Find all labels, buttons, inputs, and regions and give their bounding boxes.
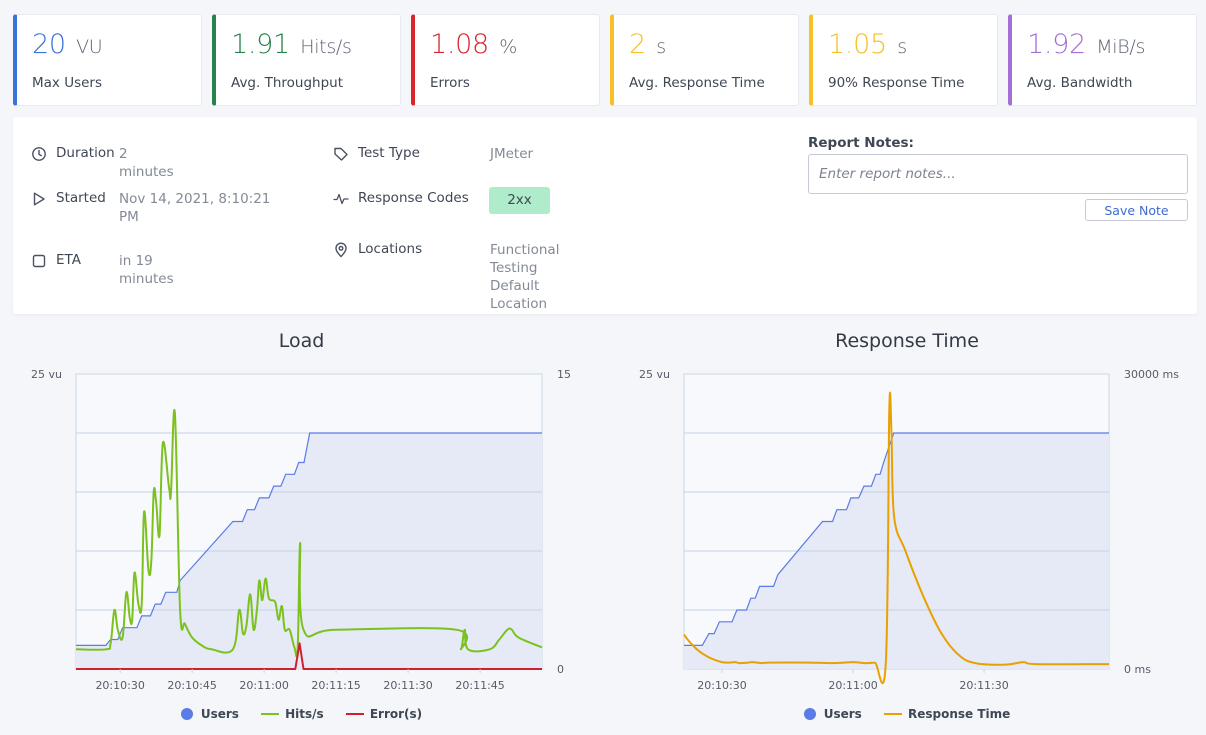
report-notes-label: Report Notes: bbox=[808, 135, 914, 151]
kpi-label: 90% Response Time bbox=[828, 75, 965, 91]
clock-icon bbox=[32, 147, 46, 161]
kpi-number: 20 bbox=[32, 29, 66, 60]
kpi-label: Avg. Response Time bbox=[629, 75, 765, 91]
kpi-value: 1.91 Hits/s bbox=[231, 29, 352, 60]
y-left-top-label: 25 vu bbox=[31, 368, 62, 381]
kpi-number: 1.91 bbox=[231, 29, 290, 60]
response-time-chart: Response Time 25 vu 30000 ms 0 ms 20:10:30 2… bbox=[608, 320, 1206, 735]
test-info-panel: Duration 2 minutes Started Nov 14, 2021,… bbox=[13, 117, 1197, 314]
legend-dot bbox=[180, 707, 193, 720]
kpi-value: 2 s bbox=[629, 29, 666, 60]
legend-line bbox=[345, 712, 364, 715]
x-tick-label: 20:11:45 bbox=[455, 679, 504, 690]
y-left-top-label: 25 vu bbox=[639, 368, 670, 381]
legend-item-users[interactable]: Users bbox=[180, 706, 239, 721]
load-chart: Load 25 vu 15 0 20:10:30 20:10:45 20:11:00 20:… bbox=[0, 320, 603, 735]
kpi-errors: 1.08 % Errors bbox=[411, 14, 600, 106]
kpi-unit: s bbox=[897, 36, 907, 58]
x-tick-label: 20:11:15 bbox=[311, 679, 360, 690]
legend-label: Response Time bbox=[907, 706, 1011, 721]
kpi-value: 1.92 MiB/s bbox=[1027, 29, 1145, 60]
legend-item-users[interactable]: Users bbox=[803, 706, 862, 721]
legend-label: Error(s) bbox=[369, 706, 423, 721]
info-label: Response Codes bbox=[358, 190, 469, 206]
square-icon bbox=[32, 254, 46, 268]
kpi-label: Avg. Throughput bbox=[231, 75, 344, 91]
map-pin-icon bbox=[335, 242, 347, 258]
legend-item-errors[interactable]: Error(s) bbox=[345, 706, 423, 721]
chart-legend: Users Hits/s Error(s) bbox=[0, 706, 603, 721]
info-label: Locations bbox=[358, 241, 423, 257]
kpi-90-response-time: 1.05 s 90% Response Time bbox=[809, 14, 998, 106]
info-value: in 19 minutes bbox=[119, 253, 174, 287]
play-icon bbox=[33, 192, 45, 206]
info-label: Started bbox=[56, 190, 106, 206]
x-tick-label: 20:11:00 bbox=[239, 679, 288, 690]
tag-icon bbox=[334, 147, 348, 161]
kpi-number: 1.05 bbox=[828, 29, 887, 60]
kpi-avg-bandwidth: 1.92 MiB/s Avg. Bandwidth bbox=[1008, 14, 1197, 106]
x-tick-label: 20:10:30 bbox=[95, 679, 144, 690]
kpi-number: 1.08 bbox=[430, 29, 489, 60]
info-value: Functional Testing Default Location bbox=[490, 242, 560, 312]
y-right-top-label: 30000 ms bbox=[1124, 368, 1179, 381]
kpi-unit: % bbox=[499, 36, 517, 58]
response-time-chart-svg: 25 vu 30000 ms 0 ms 20:10:30 20:11:00 20:11:3… bbox=[639, 368, 1179, 690]
legend-item-hits[interactable]: Hits/s bbox=[261, 707, 324, 721]
load-chart-svg: 25 vu 15 0 20:10:30 20:10:45 20:11:00 20:11:15… bbox=[31, 368, 571, 690]
kpi-label: Avg. Bandwidth bbox=[1027, 75, 1133, 91]
legend-item-response-time[interactable]: Response Time bbox=[883, 706, 1011, 721]
x-tick-label: 20:11:00 bbox=[828, 679, 877, 690]
kpi-unit: Hits/s bbox=[300, 36, 352, 58]
x-tick-label: 20:10:30 bbox=[697, 679, 746, 690]
info-value: Nov 14, 2021, 8:10:21 PM bbox=[119, 191, 271, 225]
kpi-unit: VU bbox=[76, 36, 103, 58]
legend-label: Users bbox=[200, 706, 239, 721]
activity-icon bbox=[333, 193, 349, 205]
chart-legend: Users Response Time bbox=[608, 706, 1206, 721]
info-value: JMeter bbox=[490, 146, 534, 162]
legend-label: Users bbox=[823, 706, 862, 721]
legend-line bbox=[883, 712, 902, 715]
report-notes-input[interactable] bbox=[808, 154, 1188, 194]
x-tick-label: 20:11:30 bbox=[383, 679, 432, 690]
response-code-badge: 2xx bbox=[489, 187, 550, 214]
y-right-bottom-label: 0 ms bbox=[1124, 663, 1151, 676]
kpi-value: 1.05 s bbox=[828, 29, 907, 60]
kpi-label: Max Users bbox=[32, 75, 103, 91]
info-label: Test Type bbox=[358, 145, 420, 161]
kpi-value: 20 VU bbox=[32, 29, 103, 60]
kpi-avg-throughput: 1.91 Hits/s Avg. Throughput bbox=[212, 14, 401, 106]
info-label: Duration bbox=[56, 145, 115, 161]
legend-dot bbox=[803, 707, 816, 720]
kpi-number: 2 bbox=[629, 29, 646, 60]
kpi-max-users: 20 VU Max Users bbox=[13, 14, 202, 106]
kpi-unit: MiB/s bbox=[1096, 36, 1146, 58]
kpi-avg-response-time: 2 s Avg. Response Time bbox=[610, 14, 799, 106]
y-right-top-label: 15 bbox=[557, 368, 571, 381]
kpi-label: Errors bbox=[430, 75, 470, 91]
kpi-unit: s bbox=[656, 36, 666, 58]
y-right-bottom-label: 0 bbox=[557, 663, 564, 676]
info-label: ETA bbox=[56, 252, 81, 268]
kpi-number: 1.92 bbox=[1027, 29, 1086, 60]
kpi-value: 1.08 % bbox=[430, 29, 517, 60]
save-note-button[interactable]: Save Note bbox=[1085, 199, 1188, 221]
x-tick-label: 20:10:45 bbox=[167, 679, 216, 690]
kpi-row: 20 VU Max Users 1.91 Hits/s Avg. Through… bbox=[13, 14, 1197, 106]
legend-line bbox=[261, 712, 280, 715]
legend-label: Hits/s bbox=[285, 706, 324, 721]
info-value: 2 minutes bbox=[119, 146, 174, 180]
x-tick-label: 20:11:30 bbox=[959, 679, 1008, 690]
